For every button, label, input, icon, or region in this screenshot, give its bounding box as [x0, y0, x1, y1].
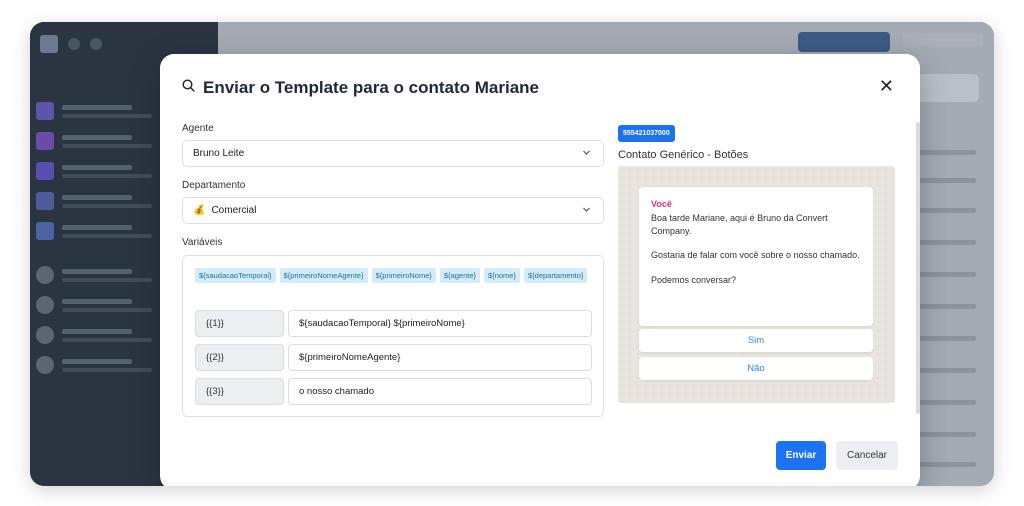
- close-icon[interactable]: ✕: [879, 76, 894, 96]
- variable-row: {{3}} o nosso chamado: [195, 378, 592, 405]
- app-logo: [40, 35, 58, 53]
- money-bag-icon: 💰: [193, 205, 206, 216]
- search-icon: [182, 79, 195, 97]
- variable-value-input[interactable]: ${primeiroNomeAgente}: [288, 344, 592, 371]
- variable-chip[interactable]: ${departamento}: [523, 268, 588, 283]
- background-label: [903, 34, 983, 46]
- app-window: Enviar o Template para o contato Mariane…: [30, 22, 994, 486]
- quick-reply-no[interactable]: Não: [639, 357, 873, 380]
- variable-key: {{3}}: [195, 378, 284, 405]
- variables-box: ${saudacaoTemporal} ${primeiroNomeAgente…: [182, 255, 604, 417]
- message-sender: Você: [651, 199, 672, 209]
- variables-label: Variáveis: [182, 237, 223, 248]
- modal-header: Enviar o Template para o contato Mariane: [182, 78, 539, 98]
- agent-select[interactable]: Bruno Leite: [182, 140, 604, 167]
- background-icon: [68, 38, 80, 50]
- background-icon: [90, 38, 102, 50]
- department-label: Departamento: [182, 180, 246, 191]
- agent-value: Bruno Leite: [193, 148, 245, 159]
- variable-chip[interactable]: ${agente}: [439, 268, 481, 283]
- modal-title: Enviar o Template para o contato Mariane: [203, 78, 539, 97]
- variable-row: {{2}} ${primeiroNomeAgente}: [195, 344, 592, 371]
- message-paragraph: Gostaria de falar com você sobre o nosso…: [651, 250, 860, 260]
- variable-row: {{1}} ${saudacaoTemporal} ${primeiroNome…: [195, 310, 592, 337]
- chevron-down-icon: [582, 148, 591, 159]
- message-paragraph: Podemos conversar?: [651, 274, 737, 285]
- variable-key: {{2}}: [195, 344, 284, 371]
- background-button: [798, 32, 890, 52]
- message-paragraph: Boa tarde Mariane, aqui é Bruno da Conve…: [651, 213, 828, 236]
- message-preview: Você Boa tarde Mariane, aqui é Bruno da …: [618, 166, 895, 403]
- scrollbar[interactable]: [916, 122, 920, 414]
- variable-chip[interactable]: ${primeiroNomeAgente}: [279, 268, 368, 283]
- message-bubble: Você Boa tarde Mariane, aqui é Bruno da …: [639, 187, 873, 326]
- message-text: Boa tarde Mariane, aqui é Bruno da Conve…: [651, 212, 861, 286]
- variable-chip[interactable]: ${nome}: [484, 268, 520, 283]
- cancel-button[interactable]: Cancelar: [836, 441, 898, 470]
- variable-chip[interactable]: ${primeiroNome}: [371, 268, 436, 283]
- variable-key: {{1}}: [195, 310, 284, 337]
- quick-reply-yes[interactable]: Sim: [639, 329, 873, 352]
- variable-chips: ${saudacaoTemporal} ${primeiroNomeAgente…: [195, 268, 595, 283]
- send-template-modal: Enviar o Template para o contato Mariane…: [160, 54, 920, 486]
- send-button[interactable]: Enviar: [776, 441, 826, 470]
- department-value: Comercial: [211, 205, 257, 216]
- chevron-down-icon: [582, 205, 591, 216]
- variable-value-input[interactable]: o nosso chamado: [288, 378, 592, 405]
- department-select[interactable]: 💰 Comercial: [182, 197, 604, 224]
- template-name: Contato Genérico - Botões: [618, 149, 749, 161]
- variable-value-input[interactable]: ${saudacaoTemporal} ${primeiroNome}: [288, 310, 592, 337]
- agent-label: Agente: [182, 123, 214, 134]
- variable-chip[interactable]: ${saudacaoTemporal}: [195, 268, 276, 283]
- phone-number-badge: 555421037000: [618, 125, 675, 142]
